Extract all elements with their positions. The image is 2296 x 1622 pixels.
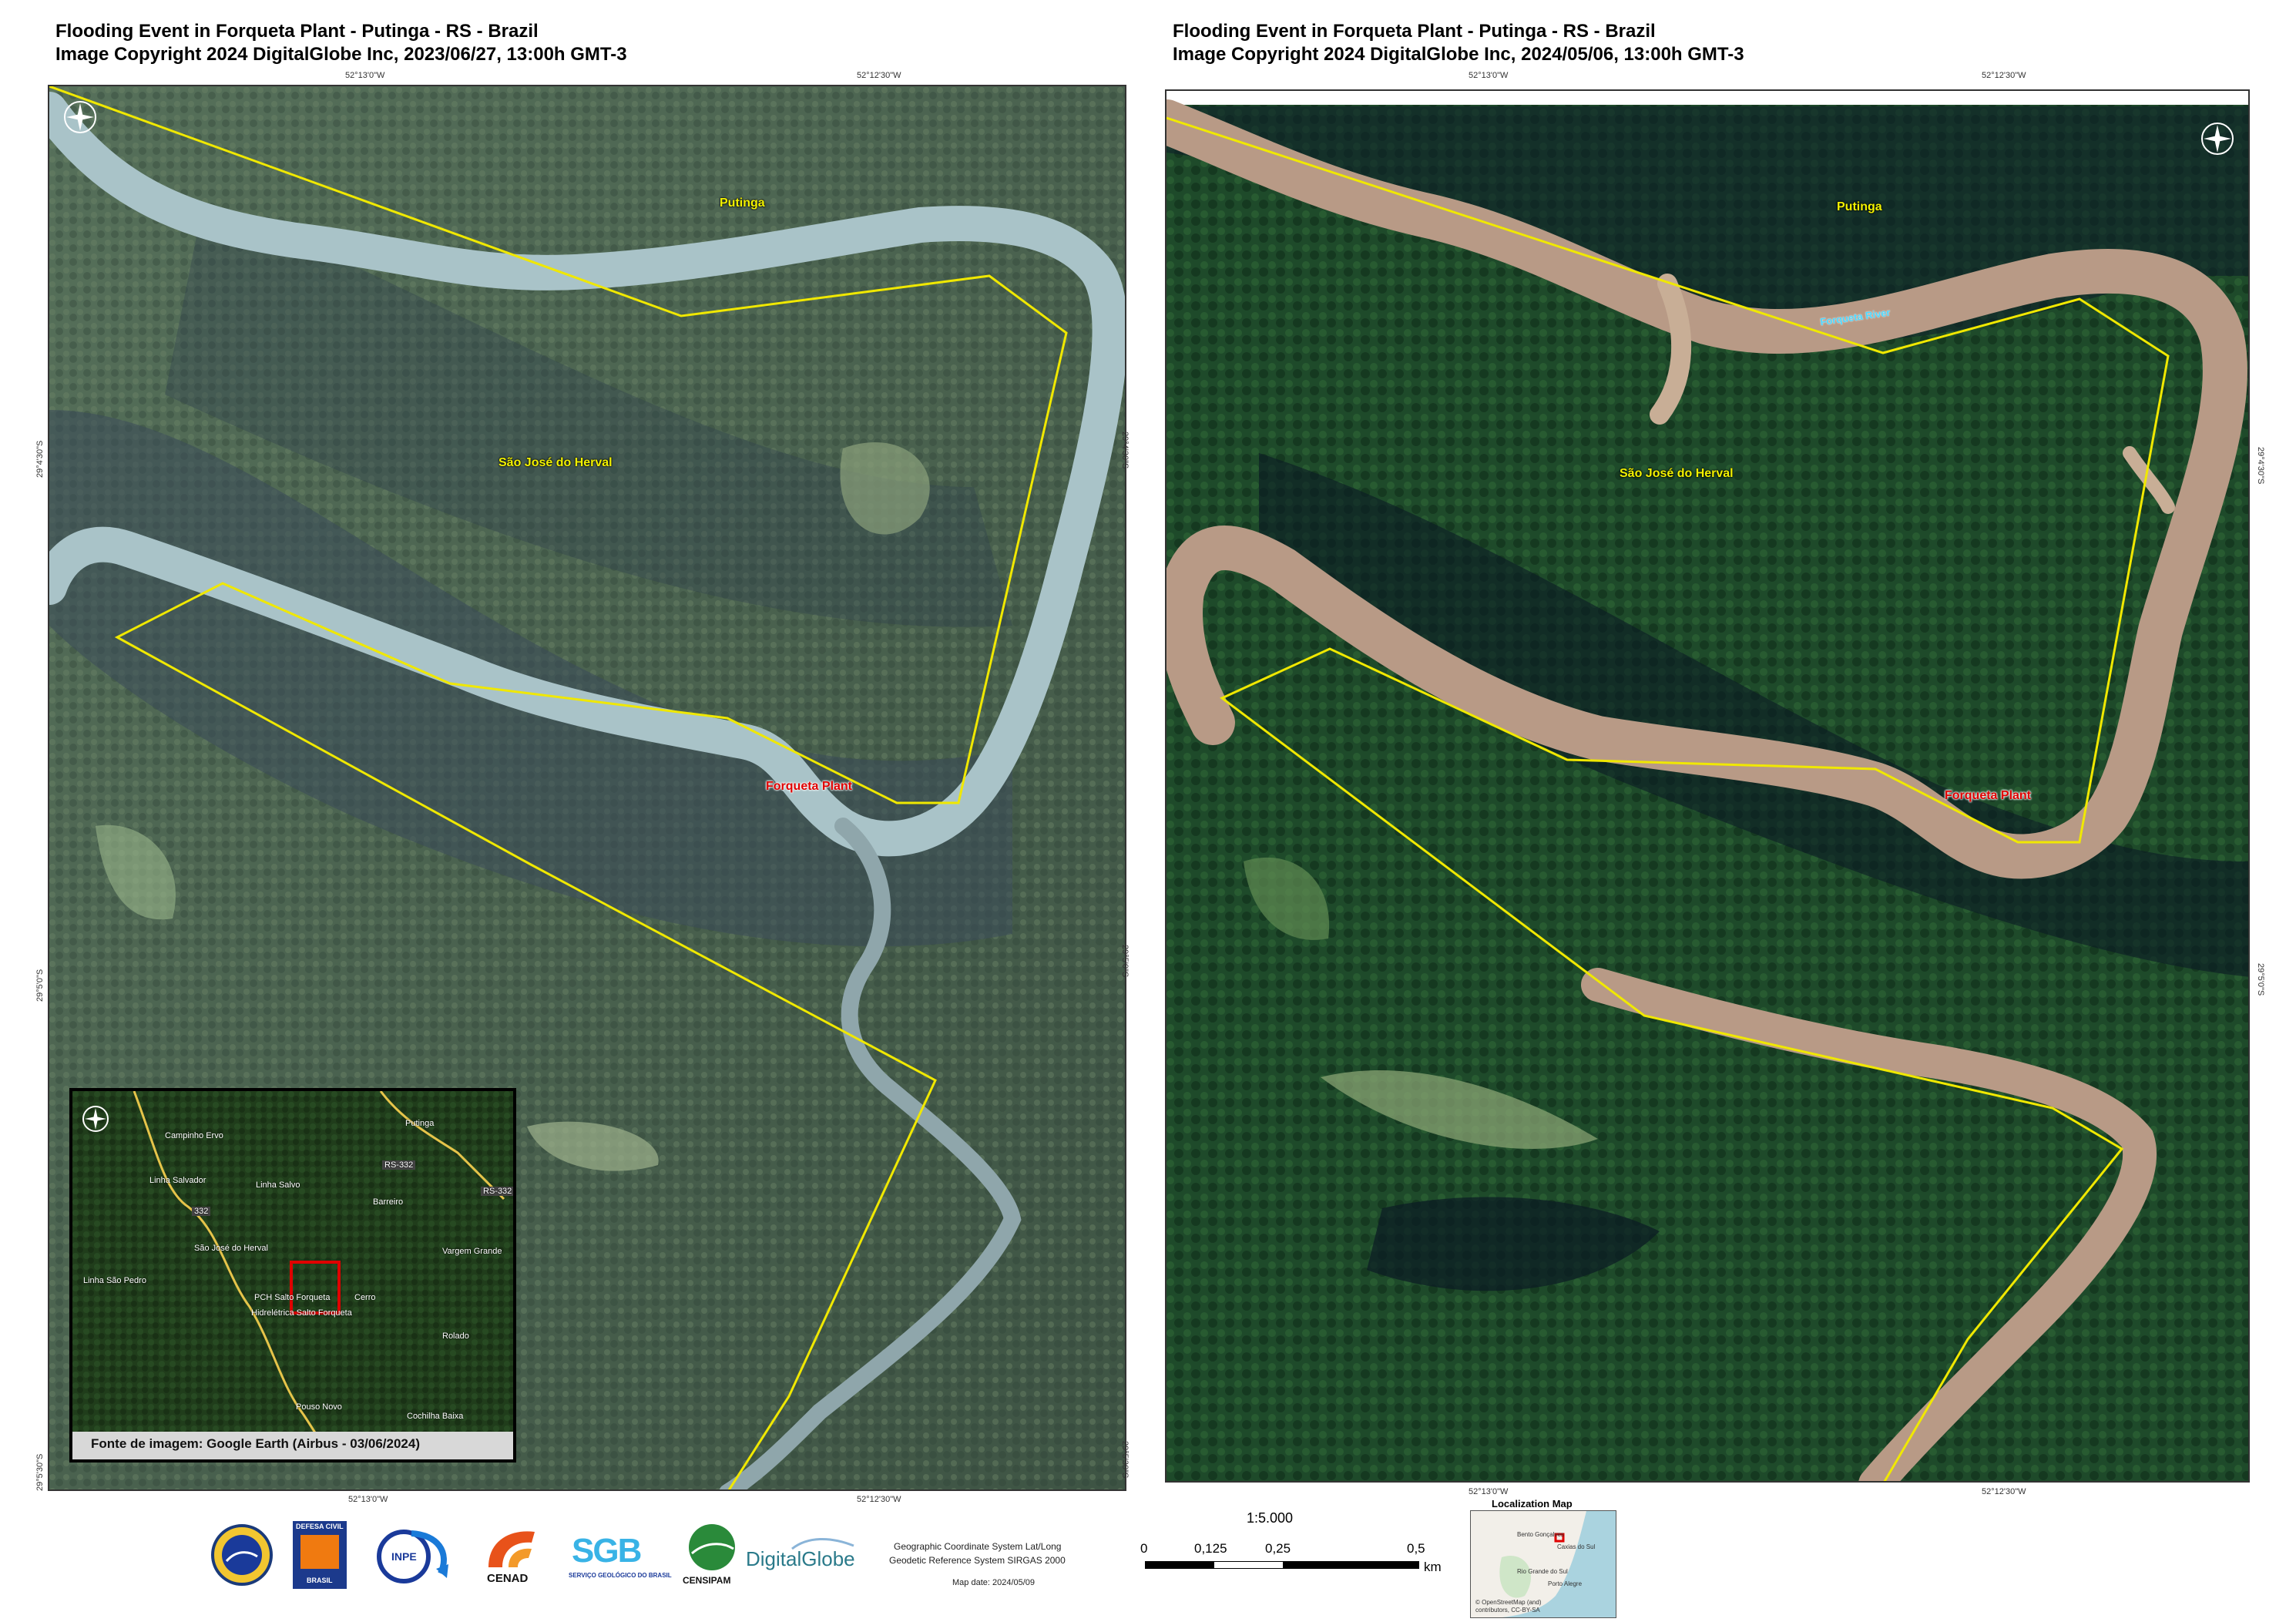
cenad-text: CENAD (487, 1572, 529, 1585)
reference-system-info: Geodetic Reference System SIRGAS 2000 (889, 1555, 1066, 1566)
right-top-tick-2: 52°12'30"W (1982, 71, 2026, 80)
right-map-imagery (1166, 91, 2248, 1481)
inset-imagery (72, 1091, 513, 1459)
digitalglobe-logo: DigitalGlobe (746, 1535, 861, 1578)
right-map-subtitle: Image Copyright 2024 DigitalGlobe Inc, 2… (1173, 44, 1744, 65)
inset-place: Barreiro (373, 1197, 404, 1207)
left-lat-tick-right-3: 29°5'30"S (1120, 1441, 1130, 1479)
left-map-subtitle: Image Copyright 2024 DigitalGlobe Inc, 2… (55, 44, 627, 65)
inset-compass-icon (82, 1106, 109, 1132)
loc-place: Rio Grande do Sul (1517, 1568, 1568, 1575)
inset-place: Linha Salvador (149, 1176, 206, 1185)
government-seal-logo (210, 1523, 274, 1587)
sgb-subtitle: SERVIÇO GEOLÓGICO DO BRASIL (569, 1572, 672, 1579)
inset-place: Cochilha Baixa (407, 1412, 464, 1421)
right-lat-tick-2: 29°5'0"S (2256, 963, 2265, 996)
defesa-civil-text: DEFESA CIVIL (296, 1523, 344, 1530)
scale-tick-3: 0,5 (1407, 1541, 1425, 1556)
inset-place: Cerro (354, 1293, 376, 1302)
coordinate-system-info: Geographic Coordinate System Lat/Long (894, 1541, 1062, 1552)
right-map-title: Flooding Event in Forqueta Plant - Putin… (1173, 21, 1656, 42)
right-bottom-tick-1: 52°13'0"W (1469, 1487, 1509, 1496)
inset-place: Hidrelétrica Salto Forqueta (251, 1308, 352, 1318)
loc-place: Caxias do Sul (1557, 1543, 1596, 1550)
inset-place: São José do Herval (194, 1244, 268, 1253)
label-putinga: Putinga (720, 196, 765, 210)
map-date: Map date: 2024/05/09 (952, 1578, 1036, 1587)
inset-place: Pouso Novo (296, 1402, 342, 1412)
localization-map[interactable]: Caxias do Sul Bento Gonçalves Rio Grande… (1470, 1510, 1616, 1618)
localization-map-title: Localization Map (1492, 1498, 1573, 1510)
inset-place: Rolado (442, 1332, 469, 1341)
left-lat-tick-right-2: 29°5'0"S (1120, 945, 1130, 978)
inpe-text: INPE (391, 1550, 417, 1563)
inset-place: Linha São Pedro (83, 1276, 146, 1285)
defesa-civil-emblem-icon (300, 1535, 339, 1569)
scale-unit: km (1424, 1560, 1442, 1574)
right-top-tick-1: 52°13'0"W (1469, 71, 1509, 80)
censipam-text: CENSIPAM (683, 1575, 731, 1586)
left-lat-tick-right-1: 29°4'30"S (1120, 432, 1130, 469)
inset-place: PCH Salto Forqueta (254, 1293, 331, 1302)
left-lat-tick-1: 29°4'30"S (35, 440, 45, 478)
loc-map-credit: © OpenStreetMap (and) contributors, CC-B… (1475, 1599, 1542, 1614)
scale-tick-2: 0,25 (1265, 1541, 1291, 1556)
left-map-title: Flooding Event in Forqueta Plant - Putin… (55, 21, 539, 42)
left-top-tick-2: 52°12'30"W (857, 71, 901, 80)
label-forqueta-plant-2024: Forqueta Plant (1945, 789, 2032, 802)
scale-tick-0: 0 (1140, 1541, 1148, 1556)
censipam-logo: CENSIPAM (681, 1523, 743, 1589)
scale-bar (1145, 1561, 1419, 1569)
left-satellite-map[interactable]: Putinga São José do Herval Forqueta Plan… (48, 85, 1126, 1491)
label-sao-jose-do-herval: São José do Herval (498, 456, 613, 469)
left-top-tick-1: 52°13'0"W (345, 71, 385, 80)
inset-place: Putinga (405, 1119, 435, 1128)
right-bottom-tick-2: 52°12'30"W (1982, 1487, 2026, 1496)
scale-tick-1: 0,125 (1194, 1541, 1227, 1556)
left-bottom-tick-1: 52°13'0"W (348, 1495, 388, 1504)
left-bottom-tick-2: 52°12'30"W (857, 1495, 901, 1504)
sgb-text: SGB (572, 1532, 642, 1570)
label-putinga-2024: Putinga (1837, 200, 1882, 213)
right-compass-rose-icon (2201, 123, 2234, 155)
loc-place: Bento Gonçalves (1517, 1531, 1564, 1538)
left-lat-tick-2: 29°5'0"S (35, 969, 45, 1002)
inset-map[interactable]: Campinho Ervo Linha Salvo Putinga Linha … (69, 1088, 516, 1462)
inset-place: Linha Salvo (256, 1180, 300, 1190)
inset-road-shield: RS-332 (382, 1160, 416, 1170)
inset-road-shield: 332 (192, 1207, 211, 1216)
right-lat-tick-1: 29°4'30"S (2256, 447, 2265, 485)
scale-ratio: 1:5.000 (1247, 1510, 1294, 1526)
inset-road-shield: RS-332 (481, 1187, 513, 1196)
inset-place: Campinho Ervo (165, 1131, 223, 1140)
defesa-civil-logo: DEFESA CIVIL BRASIL (293, 1521, 347, 1589)
inset-caption: Fonte de imagem: Google Earth (Airbus - … (91, 1436, 420, 1451)
cenad-logo: CENAD (481, 1524, 558, 1589)
digitalglobe-text: DigitalGlobe (746, 1547, 855, 1570)
loc-place: Porto Alegre (1548, 1580, 1583, 1587)
right-satellite-map[interactable]: Putinga Forqueta River São José do Herva… (1165, 89, 2250, 1483)
label-sao-jose-do-herval-2024: São José do Herval (1620, 467, 1734, 480)
sgb-logo: SGB SERVIÇO GEOLÓGICO DO BRASIL (569, 1532, 672, 1586)
inpe-logo: INPE (373, 1524, 455, 1586)
defesa-civil-brasil: BRASIL (307, 1577, 333, 1584)
left-lat-tick-3: 29°5'30"S (35, 1453, 45, 1491)
compass-rose-icon (64, 101, 96, 133)
label-forqueta-plant: Forqueta Plant (766, 780, 853, 793)
inset-place: Vargem Grande (442, 1247, 502, 1256)
